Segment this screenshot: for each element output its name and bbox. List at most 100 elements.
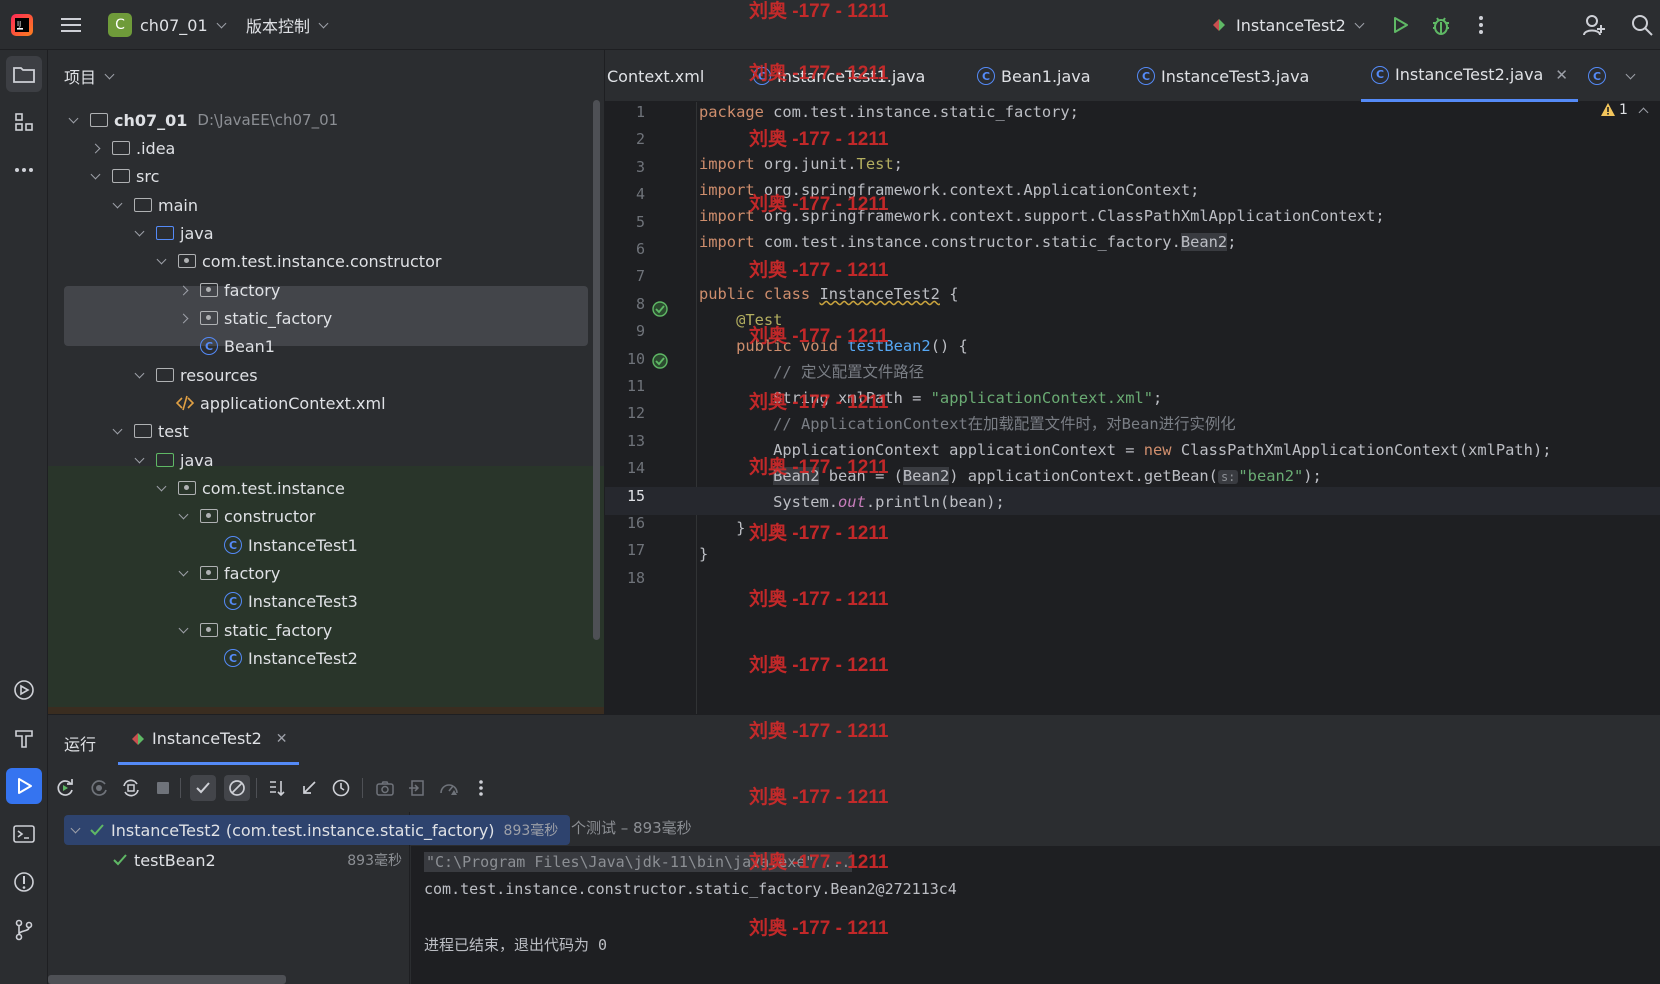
close-tab-icon[interactable]: ✕ xyxy=(1555,66,1568,84)
run-test-gutter-icon[interactable] xyxy=(651,352,669,374)
line-number[interactable]: 1 xyxy=(605,99,645,126)
line-number[interactable]: 4 xyxy=(605,181,645,208)
import-tests-icon[interactable] xyxy=(404,775,430,801)
line-number[interactable]: 3 xyxy=(605,154,645,181)
passed-icon xyxy=(90,824,104,836)
project-scrollbar[interactable] xyxy=(593,100,600,640)
tab-list-chevron-icon[interactable] xyxy=(1625,50,1636,102)
tree-item-package-instance[interactable]: com.test.instance xyxy=(48,473,588,503)
tree-item-resources[interactable]: resources xyxy=(48,360,588,390)
tree-item-test[interactable]: test xyxy=(48,416,588,446)
add-user-icon[interactable] xyxy=(1582,0,1606,50)
line-number[interactable]: 5 xyxy=(605,209,645,236)
tree-item-idea[interactable]: .idea xyxy=(48,133,588,163)
run-tab-label[interactable]: 运行 xyxy=(64,731,96,755)
tree-item-src[interactable]: src xyxy=(48,161,588,191)
more-options-icon[interactable] xyxy=(468,775,494,801)
line-number[interactable]: 2 xyxy=(605,126,645,153)
watermark: 刘奥 -177 - 1211 xyxy=(749,918,889,939)
run-config-tab[interactable]: InstanceTest2 ✕ xyxy=(118,715,300,765)
tree-item-application-context[interactable]: applicationContext.xml xyxy=(48,388,588,418)
parameter-hint: s: xyxy=(1217,470,1239,484)
line-number[interactable]: 12 xyxy=(605,400,645,427)
project-folder-icon xyxy=(90,113,108,127)
line-number[interactable]: 11 xyxy=(605,373,645,400)
test-suite-row[interactable]: InstanceTest2 (com.test.instance.static_… xyxy=(64,815,570,845)
git-tool-icon[interactable] xyxy=(6,912,42,948)
inspection-widget[interactable]: 1 xyxy=(1600,102,1649,118)
rerun-icon[interactable] xyxy=(52,775,78,801)
tree-item-package-static-factory[interactable]: static_factory xyxy=(48,303,588,333)
vcs-menu[interactable]: 版本控制 xyxy=(246,0,329,50)
tree-item-main-java[interactable]: java xyxy=(48,218,588,248)
main-menu-icon[interactable] xyxy=(60,0,82,50)
line-number[interactable]: 9 xyxy=(605,318,645,345)
run-icon[interactable] xyxy=(1390,0,1410,50)
test-tree-scrollbar[interactable] xyxy=(48,975,286,984)
coverage-icon[interactable] xyxy=(436,775,462,801)
debug-icon[interactable] xyxy=(1430,0,1452,50)
close-tab-icon[interactable]: ✕ xyxy=(276,731,288,747)
tab-overflow-class-icon[interactable]: C xyxy=(1588,50,1612,102)
stop-icon[interactable] xyxy=(150,775,176,801)
tree-item-test-factory[interactable]: factory xyxy=(48,558,588,588)
collapse-all-icon[interactable] xyxy=(296,775,322,801)
tree-item-package-factory[interactable]: factory xyxy=(48,275,588,305)
test-history-icon[interactable] xyxy=(328,775,354,801)
tree-item-instancetest2[interactable]: C InstanceTest2 xyxy=(48,643,588,673)
code-line-17: } xyxy=(699,519,746,537)
line-number[interactable]: 15 xyxy=(605,483,645,510)
build-tool-icon[interactable] xyxy=(6,720,42,756)
project-panel-header[interactable]: 项目 xyxy=(64,64,115,88)
tab-instancetest3[interactable]: C InstanceTest3.java xyxy=(1137,50,1309,102)
search-icon[interactable] xyxy=(1630,0,1654,50)
terminal-tool-icon[interactable] xyxy=(6,816,42,852)
more-actions-icon[interactable] xyxy=(1478,0,1484,50)
line-number[interactable]: 7 xyxy=(605,263,645,290)
tree-item-instancetest3[interactable]: C InstanceTest3 xyxy=(48,586,588,616)
run-test-gutter-icon[interactable] xyxy=(651,300,669,322)
tree-item-test-java[interactable]: java xyxy=(48,445,588,475)
tab-instancetest2[interactable]: C InstanceTest2.java ✕ xyxy=(1361,50,1578,102)
package-icon xyxy=(200,283,218,297)
screenshot-icon[interactable] xyxy=(372,775,398,801)
tree-item-instancetest1[interactable]: C InstanceTest1 xyxy=(48,530,588,560)
chevron-up-icon[interactable] xyxy=(1638,107,1649,117)
line-number[interactable]: 16 xyxy=(605,510,645,537)
code-line-13: // ApplicationContext在加载配置文件时，对Bean进行实例化 xyxy=(773,415,1236,433)
tree-item-package-constructor[interactable]: com.test.instance.constructor xyxy=(48,246,588,276)
show-ignored-icon[interactable] xyxy=(224,775,250,801)
intellij-logo-icon[interactable]: IJ xyxy=(10,0,34,50)
svg-text:IJ: IJ xyxy=(17,20,21,28)
toggle-auto-test-icon[interactable] xyxy=(118,775,144,801)
run-config-selector[interactable]: InstanceTest2 xyxy=(1210,0,1365,50)
tree-item-test-static-factory[interactable]: static_factory xyxy=(48,615,588,645)
test-method-row[interactable]: testBean2 893毫秒 xyxy=(112,846,402,874)
line-number[interactable]: 6 xyxy=(605,236,645,263)
line-number[interactable]: 14 xyxy=(605,455,645,482)
run-tool-icon[interactable] xyxy=(6,768,42,804)
problems-tool-icon[interactable] xyxy=(6,864,42,900)
tree-item-project-root[interactable]: ch07_01 D:\JavaEE\ch07_01 xyxy=(48,105,588,135)
line-number[interactable]: 17 xyxy=(605,537,645,564)
line-number[interactable]: 8 xyxy=(605,291,645,318)
project-switcher[interactable]: C ch07_01 xyxy=(108,0,227,50)
more-tools-icon[interactable] xyxy=(6,152,42,188)
services-tool-icon[interactable] xyxy=(6,672,42,708)
rerun-failed-icon[interactable] xyxy=(86,775,112,801)
line-number[interactable]: 10 xyxy=(605,346,645,373)
watermark: 刘奥 -177 - 1211 xyxy=(749,852,889,873)
tab-context-xml[interactable]: Context.xml xyxy=(607,50,704,102)
show-passed-icon[interactable] xyxy=(190,775,216,801)
resources-folder-icon xyxy=(156,368,174,382)
sort-icon[interactable] xyxy=(264,775,290,801)
tree-item-bean1[interactable]: C Bean1 xyxy=(48,331,588,361)
line-number[interactable]: 18 xyxy=(605,565,645,592)
tree-item-main[interactable]: main xyxy=(48,190,588,220)
line-number[interactable]: 13 xyxy=(605,428,645,455)
project-tool-icon[interactable] xyxy=(6,56,42,92)
structure-tool-icon[interactable] xyxy=(6,104,42,140)
tree-item-test-constructor[interactable]: constructor xyxy=(48,501,588,531)
tab-bean1[interactable]: C Bean1.java xyxy=(977,50,1091,102)
xml-file-icon xyxy=(176,395,194,411)
